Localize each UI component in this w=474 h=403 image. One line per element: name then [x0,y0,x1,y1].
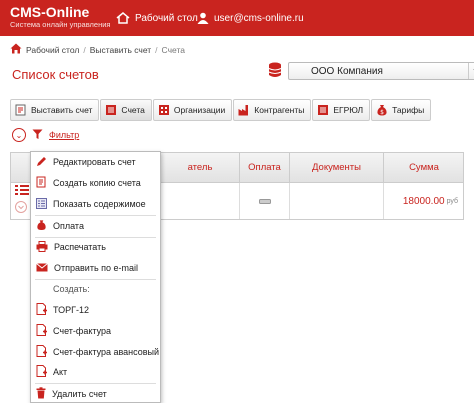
filter-link[interactable]: Фильтр [49,130,79,140]
filter-icon [32,129,43,142]
column-header-documents[interactable]: Документы [289,153,383,182]
column-header-payment[interactable]: Оплата [239,153,289,182]
sum-cell: 18000.00 руб [383,183,464,219]
menu-item-show-content[interactable]: Показать содержимое [31,194,160,214]
document-plus-icon [36,365,47,379]
menu-item-payment[interactable]: Оплата [31,216,160,236]
chevron-down-icon: ▼ [468,63,474,79]
envelope-icon [36,262,48,274]
svg-text:$: $ [380,109,384,116]
breadcrumb-desktop[interactable]: Рабочий стол [26,45,79,55]
user-icon [197,12,209,24]
menu-item-invoice-facture[interactable]: Счет-фактура [31,321,160,341]
menu-item-label: Оплата [53,221,84,231]
payment-cell [239,183,289,219]
printer-icon [36,240,48,254]
tab-label: Счета [121,105,145,115]
brand-name: CMS-Online [10,4,90,20]
brand-subtitle: Система онлайн управления [10,20,111,29]
tab-contractors[interactable]: Контрагенты [233,99,312,121]
page-title: Список счетов [12,67,99,82]
tab-label: Организации [173,105,226,115]
company-select[interactable]: ООО Компания ▼ [288,62,474,80]
menu-item-label: Распечатать [54,242,106,252]
breadcrumb-issue-invoice[interactable]: Выставить счет [90,45,151,55]
building-icon [158,104,170,116]
documents-cell [289,183,383,219]
menu-item-label: Счет-фактура авансовый [53,347,160,357]
invoices-icon [105,104,117,116]
factory-icon [238,104,250,116]
tab-label: Контрагенты [254,105,305,115]
tab-organizations[interactable]: Организации [152,99,233,121]
pencil-icon [36,156,47,169]
menu-item-label: Отправить по e-mail [54,263,139,273]
trash-icon [36,387,46,401]
copy-document-icon [36,176,47,190]
user-email: user@cms-online.ru [214,12,304,24]
column-header-sum[interactable]: Сумма [383,153,464,182]
menu-item-act[interactable]: Акт [31,362,160,382]
money-bag-icon: $ [376,104,388,116]
details-icon [36,197,47,211]
sum-value: 18000.00 [402,195,445,207]
menu-item-advance-invoice[interactable]: Счет-фактура авансовый [31,342,160,362]
list-menu-icon[interactable] [15,185,29,199]
document-plus-icon [36,303,47,317]
menu-item-label: Показать содержимое [53,199,146,209]
tab-label: Тарифы [392,105,425,115]
document-plus-icon [36,324,47,338]
menu-item-label: Акт [53,367,68,377]
menu-item-torg12[interactable]: ТОРГ-12 [31,300,160,320]
menu-item-print[interactable]: Распечатать [31,237,160,257]
menu-item-label: Создать копию счета [53,178,141,188]
column-header-payer[interactable]: атель [161,153,239,182]
tab-bar: Выставить счет Счета Организации Контраг… [10,99,432,121]
invoice-new-icon [15,104,27,116]
menu-create-heading: Создать: [53,284,90,294]
company-selector: ООО Компания ▼ [268,62,474,80]
database-icon [268,62,282,80]
home-icon[interactable] [10,43,22,56]
menu-divider [35,279,156,280]
top-header: CMS-Online Система онлайн управления Раб… [0,0,474,36]
menu-item-label: ТОРГ-12 [53,305,89,315]
tab-label: Выставить счет [31,105,93,115]
breadcrumb-separator: / [155,44,158,55]
row-actions [15,185,29,215]
expand-chevron-icon[interactable]: ⌄ [12,128,26,142]
menu-item-edit[interactable]: Редактировать счет [31,152,160,172]
breadcrumb: Рабочий стол / Выставить счет / Счета [10,43,185,56]
tab-issue-invoice[interactable]: Выставить счет [10,99,100,121]
money-bag-icon [36,219,47,233]
company-selected-value: ООО Компания [311,65,383,77]
tab-invoices[interactable]: Счета [100,99,152,121]
home-arrow-icon [116,12,130,24]
menu-item-label: Редактировать счет [53,157,136,167]
desktop-label: Рабочий стол [135,12,198,24]
currency-label: руб [446,197,458,205]
menu-item-label: Удалить счет [52,389,107,399]
breadcrumb-separator: / [83,44,86,55]
payment-status-icon [258,196,271,206]
row-expand-icon[interactable] [15,201,29,215]
tab-tariffs[interactable]: $ Тарифы [371,99,432,121]
user-menu[interactable]: user@cms-online.ru [197,12,304,24]
desktop-link[interactable]: Рабочий стол [116,12,198,24]
brand[interactable]: CMS-Online Система онлайн управления [10,4,110,30]
menu-item-delete[interactable]: Удалить счет [31,384,160,403]
document-plus-icon [36,345,47,359]
tab-label: ЕГРЮЛ [333,105,364,115]
breadcrumb-current: Счета [161,44,185,55]
register-icon [317,104,329,116]
filter-row: ⌄ Фильтр [12,128,79,142]
menu-item-email[interactable]: Отправить по e-mail [31,258,160,278]
menu-item-copy[interactable]: Создать копию счета [31,173,160,193]
menu-item-label: Счет-фактура [53,326,111,336]
tab-egrul[interactable]: ЕГРЮЛ [312,99,371,121]
row-context-menu: Редактировать счет Создать копию счета П… [30,151,161,403]
